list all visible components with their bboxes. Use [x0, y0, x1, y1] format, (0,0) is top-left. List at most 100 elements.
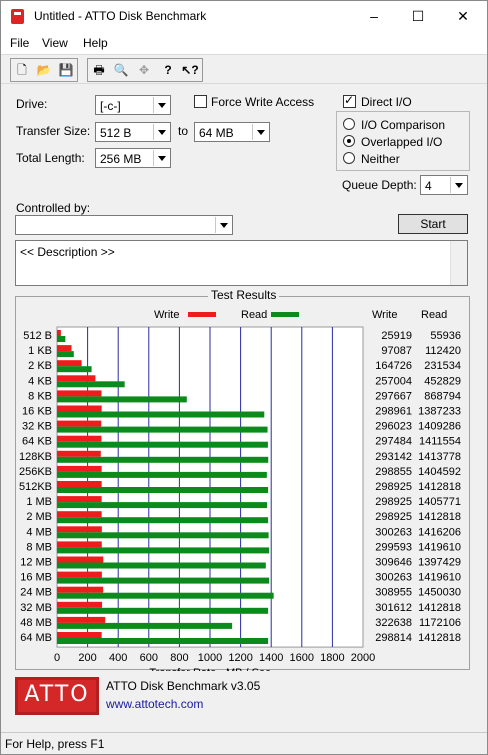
menu-help[interactable]: Help	[83, 36, 108, 50]
neither-radio[interactable]	[343, 152, 355, 164]
queue-depth-select[interactable]: 4	[420, 175, 468, 195]
x-tick-label: 1000	[198, 652, 222, 664]
x-tick-label: 1800	[320, 652, 344, 664]
save-icon[interactable]: 💾	[56, 61, 76, 80]
description-scrollbar[interactable]	[450, 241, 467, 285]
io-comparison-radio[interactable]	[343, 118, 355, 130]
write-bar	[57, 345, 72, 352]
write-value: 309646	[375, 557, 412, 569]
read-value: 452829	[424, 375, 461, 387]
write-bar	[57, 541, 102, 548]
category-label: 2 KB	[28, 360, 52, 372]
context-help-icon[interactable]: ↖?	[180, 61, 200, 80]
overlapped-io-label: Overlapped I/O	[361, 135, 443, 149]
write-value: 293142	[375, 451, 412, 463]
print-icon[interactable]: 🖶	[89, 61, 109, 80]
chevron-down-icon	[252, 124, 268, 140]
write-bar	[57, 586, 104, 593]
transfer-size-from-select[interactable]: 512 B	[95, 122, 171, 142]
io-comparison-label: I/O Comparison	[361, 118, 446, 132]
x-tick-label: 600	[140, 652, 158, 664]
write-bar	[57, 330, 61, 336]
close-button[interactable]: ✕	[441, 1, 485, 32]
force-write-access-label: Force Write Access	[211, 95, 315, 109]
read-value: 1412818	[418, 511, 461, 523]
toolbar-file-group: 🗋 📂 💾	[10, 58, 78, 82]
title-bar[interactable]: Untitled - ATTO Disk Benchmark – ☐ ✕	[1, 1, 487, 32]
maximize-button[interactable]: ☐	[396, 1, 440, 32]
read-bar	[57, 396, 187, 403]
help-icon[interactable]: ?	[158, 61, 178, 80]
read-value: 1416206	[418, 526, 461, 538]
read-bar	[57, 381, 125, 388]
write-bar	[57, 556, 104, 563]
write-bar	[57, 481, 102, 487]
direct-io-label: Direct I/O	[361, 95, 412, 109]
write-bar	[57, 390, 102, 397]
read-bar	[57, 471, 267, 478]
transfer-size-to-select[interactable]: 64 MB	[194, 122, 270, 142]
total-length-select[interactable]: 256 MB	[95, 148, 171, 168]
write-value: 297484	[375, 436, 412, 448]
menu-file[interactable]: File	[10, 36, 29, 50]
description-field[interactable]: << Description >>	[15, 240, 468, 286]
read-value: 1411554	[419, 436, 461, 448]
read-bar	[57, 622, 233, 629]
x-tick-label: 1400	[259, 652, 283, 664]
x-tick-label: 1600	[290, 652, 314, 664]
write-value: 298961	[375, 406, 412, 418]
read-value: 1419610	[418, 541, 461, 553]
print-preview-icon[interactable]: 🔍	[111, 61, 131, 80]
write-value: 298925	[375, 496, 412, 508]
results-chart: 0 200 400 600 800 1000 1200 1400 1600 1800 2000 Tra…	[19, 309, 461, 671]
write-value: 298855	[375, 466, 412, 478]
drive-select[interactable]: [-c-]	[95, 95, 171, 115]
menu-view[interactable]: View	[42, 36, 68, 50]
category-label: 512KB	[19, 481, 52, 493]
read-value: 1404592	[418, 466, 461, 478]
write-bar	[57, 601, 103, 608]
category-label: 4 KB	[28, 375, 52, 387]
open-folder-icon[interactable]: 📂	[34, 61, 54, 80]
category-label: 16 KB	[22, 406, 52, 418]
write-value: 301612	[375, 602, 412, 614]
product-version: ATTO Disk Benchmark v3.05	[106, 679, 261, 693]
category-label: 8 KB	[28, 390, 52, 402]
write-bar	[57, 632, 102, 638]
read-value: 1172106	[419, 617, 461, 629]
read-value: 1412818	[418, 602, 461, 614]
new-file-icon[interactable]: 🗋	[12, 61, 32, 80]
direct-io-checkbox[interactable]	[343, 93, 356, 108]
read-value: 55936	[430, 330, 461, 342]
minimize-button[interactable]: –	[352, 1, 396, 32]
category-label: 48 MB	[20, 617, 52, 629]
write-bar	[57, 526, 102, 533]
controlled-by-select[interactable]	[15, 215, 233, 235]
legend-write-label: Write	[154, 309, 179, 321]
category-label: 128KB	[19, 451, 52, 463]
read-value: 1450030	[418, 587, 461, 599]
website-link[interactable]: www.attotech.com	[106, 697, 203, 711]
read-bar	[57, 638, 269, 644]
read-bar	[57, 547, 270, 554]
write-value: 322638	[375, 617, 412, 629]
atto-logo[interactable]: ATTO	[15, 677, 99, 715]
move-icon[interactable]: ✥	[134, 61, 154, 80]
write-bar	[57, 511, 102, 518]
write-value: 164726	[375, 360, 412, 372]
force-write-access-checkbox[interactable]	[194, 95, 207, 108]
write-bar	[57, 496, 102, 503]
write-value: 300263	[375, 572, 412, 584]
write-bar	[57, 435, 102, 442]
write-value: 300263	[375, 526, 412, 538]
drive-label: Drive:	[16, 97, 48, 111]
write-value: 308955	[375, 587, 412, 599]
write-bar	[57, 420, 102, 427]
category-label: 32 MB	[20, 602, 52, 614]
legend-read-swatch	[271, 312, 299, 317]
write-value: 297667	[375, 390, 412, 402]
read-bar	[57, 351, 74, 358]
start-button[interactable]: Start	[398, 214, 468, 234]
overlapped-io-radio[interactable]	[343, 135, 355, 147]
read-value: 1419610	[418, 572, 461, 584]
